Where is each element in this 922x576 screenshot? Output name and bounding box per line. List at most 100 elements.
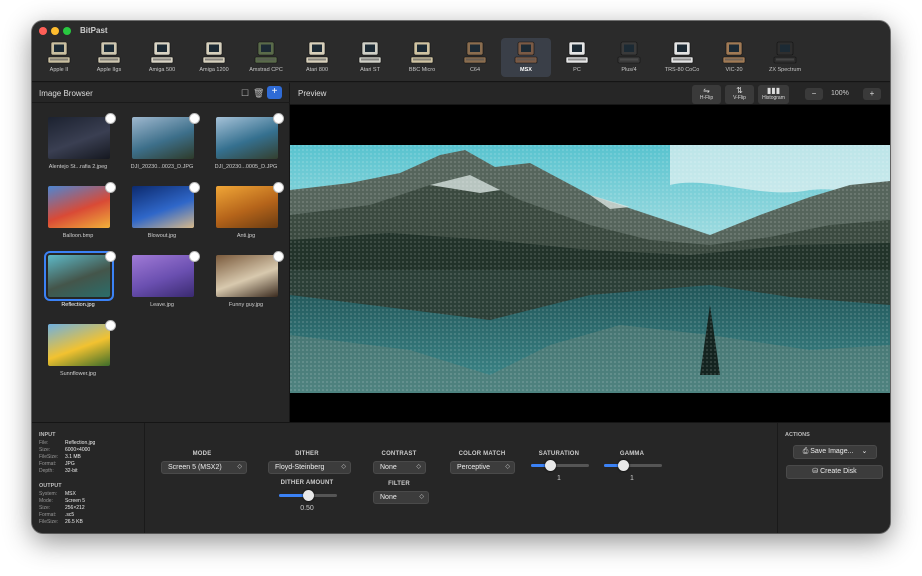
- image-thumbnail[interactable]: Funny guy.jpg: [206, 251, 286, 313]
- system-atari-st[interactable]: Atari ST: [345, 38, 395, 77]
- system-label: Atari ST: [360, 67, 380, 73]
- disk-icon: ⛁: [812, 468, 821, 475]
- dither-select[interactable]: Floyd-Steinberg ◇: [268, 461, 351, 474]
- select-radio[interactable]: [189, 251, 200, 262]
- image-thumbnail[interactable]: Anti.jpg: [206, 182, 286, 244]
- computer-icon: [305, 41, 329, 64]
- system-apple-iigs[interactable]: Apple IIgs: [84, 38, 134, 77]
- image-thumbnail[interactable]: DJI_20230...0023_D.JPG: [122, 113, 202, 175]
- mode-label: MODE: [192, 451, 212, 457]
- output-heading: OUTPUT: [39, 483, 62, 489]
- image-thumbnail[interactable]: Balloon.bmp: [38, 182, 118, 244]
- image-thumbnail[interactable]: Reflection.jpg: [38, 251, 118, 313]
- minimize-window-button[interactable]: [51, 27, 59, 35]
- saturation-slider[interactable]: [531, 460, 589, 471]
- system-vic-20[interactable]: VIC-20: [709, 38, 759, 77]
- mode-select[interactable]: Screen 5 (MSX2) ◇: [161, 461, 247, 474]
- select-radio[interactable]: [273, 251, 284, 262]
- info-value: 32-bit: [65, 468, 78, 474]
- actions-heading: ACTIONS: [785, 432, 810, 438]
- chevron-updown-icon: ◇: [505, 464, 510, 470]
- system-atari-800[interactable]: Atari 800: [292, 38, 342, 77]
- contrast-select[interactable]: None ◇: [373, 461, 426, 474]
- select-radio[interactable]: [189, 182, 200, 193]
- add-image-button[interactable]: +: [267, 86, 282, 99]
- v-flip-label: V-Flip: [733, 95, 746, 101]
- v-flip-button[interactable]: ⇅ V-Flip: [725, 85, 754, 104]
- computer-icon: [565, 41, 589, 64]
- select-radio[interactable]: [273, 113, 284, 124]
- preview-image: [290, 145, 890, 393]
- slider-knob[interactable]: [302, 490, 314, 501]
- gamma-slider[interactable]: [604, 460, 662, 471]
- computer-icon: [254, 41, 278, 64]
- select-all-icon[interactable]: ☐: [240, 88, 250, 98]
- output-row: Size: 256×212: [39, 505, 85, 511]
- chevron-down-icon: ⌄: [861, 448, 868, 455]
- system-c64[interactable]: C64: [450, 38, 500, 77]
- system-label: C64: [469, 67, 481, 73]
- select-radio[interactable]: [105, 251, 116, 262]
- image-thumbnail[interactable]: Leave.jpg: [122, 251, 202, 313]
- save-image-button[interactable]: ⎙ Save Image... ⌄: [793, 445, 877, 459]
- info-value: 26.5 KB: [65, 519, 83, 525]
- dither-value: Floyd-Steinberg: [275, 464, 325, 471]
- image-thumbnail[interactable]: Sunnflower.jpg: [38, 320, 118, 382]
- system-amiga-500[interactable]: Amiga 500: [137, 38, 187, 77]
- system-plus-4[interactable]: Plus/4: [604, 38, 654, 77]
- info-value: Screen 5: [65, 498, 86, 504]
- system-amiga-1200[interactable]: Amiga 1200: [189, 38, 239, 77]
- image-thumbnail[interactable]: Alentejo St...rafia 2.jpeg: [38, 113, 118, 175]
- select-radio[interactable]: [189, 113, 200, 124]
- dither-amount-slider[interactable]: [279, 490, 337, 501]
- system-label: Amiga 1200: [199, 67, 229, 73]
- thumbnail-image: [216, 186, 278, 228]
- color-match-label: COLOR MATCH: [458, 451, 506, 457]
- slider-knob[interactable]: [617, 460, 629, 471]
- computer-icon: [773, 41, 797, 64]
- h-flip-button[interactable]: ⇋ H-Flip: [692, 85, 721, 104]
- preview-canvas[interactable]: [290, 105, 890, 422]
- create-disk-label: Create Disk: [820, 468, 857, 475]
- thumbnail-name: Sunnflower.jpg: [59, 371, 97, 377]
- select-radio[interactable]: [105, 113, 116, 124]
- thumbnail-image: [48, 117, 110, 159]
- computer-icon: [722, 41, 746, 64]
- color-match-select[interactable]: Perceptive ◇: [450, 461, 515, 474]
- info-key: Format:: [39, 461, 57, 467]
- zoom-out-button[interactable]: −: [805, 88, 823, 100]
- thumbnail-image: [132, 255, 194, 297]
- system-zx-spectrum[interactable]: ZX Spectrum: [760, 38, 810, 77]
- system-apple-ii[interactable]: Apple II: [34, 38, 84, 77]
- histogram-button[interactable]: ▮▮▮ Histogram: [758, 85, 789, 104]
- system-bbc-micro[interactable]: BBC Micro: [397, 38, 447, 77]
- thumbnail-name: Funny guy.jpg: [228, 302, 264, 308]
- system-label: ZX Spectrum: [768, 67, 802, 73]
- filter-select[interactable]: None ◇: [373, 491, 429, 504]
- system-msx[interactable]: MSX: [501, 38, 551, 77]
- system-trs-80-coco[interactable]: TRS-80 CoCo: [657, 38, 707, 77]
- dither-label: DITHER: [295, 451, 319, 457]
- system-label: BBC Micro: [408, 67, 436, 73]
- h-flip-label: H-Flip: [699, 95, 714, 101]
- image-thumbnail[interactable]: DJI_20230...0005_D.JPG: [206, 113, 286, 175]
- select-radio[interactable]: [105, 182, 116, 193]
- maximize-window-button[interactable]: [63, 27, 71, 35]
- system-label: Plus/4: [621, 67, 637, 73]
- select-radio[interactable]: [105, 320, 116, 331]
- toolbar: BitPast Apple II Apple IIgs Amiga 500 Amiga…: [32, 21, 890, 82]
- input-row: FileSize: 3.1 MB: [39, 454, 81, 460]
- slider-knob[interactable]: [544, 460, 556, 471]
- thumbnail-name: Leave.jpg: [150, 302, 174, 308]
- select-radio[interactable]: [273, 182, 284, 193]
- histogram-label: Histogram: [762, 95, 785, 101]
- zoom-in-button[interactable]: +: [863, 88, 881, 100]
- image-thumbnail[interactable]: Blowout.jpg: [122, 182, 202, 244]
- system-pc[interactable]: PC: [552, 38, 602, 77]
- create-disk-button[interactable]: ⛁ Create Disk: [786, 465, 883, 479]
- trash-icon[interactable]: 🗑: [253, 88, 264, 98]
- close-window-button[interactable]: [39, 27, 47, 35]
- output-row: FileSize: 26.5 KB: [39, 519, 83, 525]
- filter-label: FILTER: [388, 481, 410, 487]
- system-amstrad-cpc[interactable]: Amstrad CPC: [241, 38, 291, 77]
